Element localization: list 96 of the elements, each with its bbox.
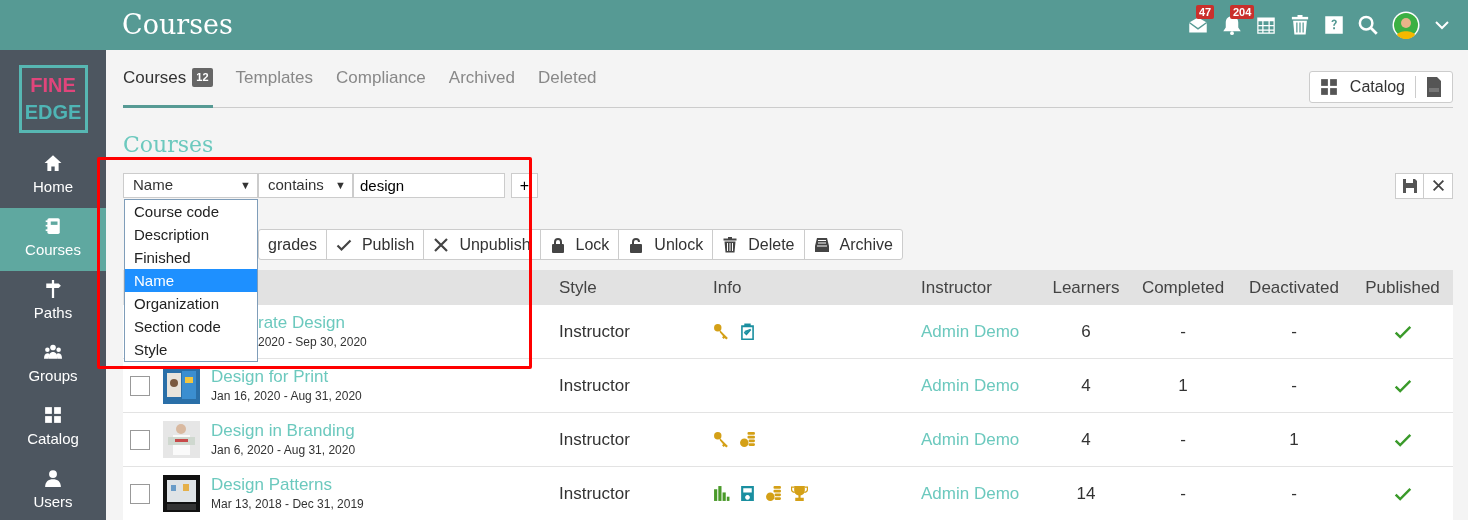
table-cell: 4 — [1042, 413, 1130, 467]
search-icon[interactable] — [1358, 15, 1378, 35]
sidebar-item[interactable]: Paths — [0, 271, 106, 334]
table-cell: - — [1236, 467, 1352, 520]
table-cell: - — [1130, 413, 1236, 467]
date-range: Jan 16, 2020 - Aug 31, 2020 — [211, 387, 362, 405]
tab-label: Templates — [235, 66, 314, 89]
certificate-icon — [739, 485, 756, 502]
count-badge: 12 — [192, 68, 213, 87]
dropdown-option[interactable]: Organization — [125, 292, 257, 315]
count-badge: 204 — [1230, 5, 1255, 19]
table-cell: - — [1130, 467, 1236, 520]
date-range: Mar 13, 2018 - Dec 31, 2019 — [211, 495, 364, 513]
grid-icon — [1319, 77, 1338, 96]
grid-icon — [44, 406, 62, 425]
close-button[interactable] — [1424, 172, 1453, 199]
toolbar-button[interactable]: Delete — [712, 229, 804, 260]
calendar-icon[interactable] — [1256, 15, 1276, 35]
toolbar-button[interactable]: Lock — [539, 229, 619, 260]
table-cell: - — [1130, 305, 1236, 359]
toolbar-button[interactable]: grades — [259, 229, 326, 260]
dropdown-option[interactable]: Section code — [125, 315, 257, 338]
column-header: Deactivated — [1236, 270, 1352, 305]
key-icon — [713, 431, 730, 448]
table-cell: Instructor — [550, 305, 704, 359]
bar-chart-icon — [713, 485, 730, 502]
column-header: Info — [704, 270, 912, 305]
column-header: Learners — [1042, 270, 1130, 305]
save-icon — [1401, 177, 1418, 194]
help-icon[interactable] — [1324, 15, 1344, 35]
archive-icon — [813, 236, 830, 253]
count-badge: 47 — [1196, 5, 1215, 19]
row-checkbox[interactable] — [130, 429, 150, 450]
logo-text: EDGE — [24, 100, 82, 125]
section-heading: Courses — [123, 131, 215, 158]
table-cell: Instructor — [550, 467, 704, 520]
toolbar-button[interactable]: Publish — [325, 229, 424, 260]
sidebar-item[interactable]: Catalog — [0, 397, 106, 460]
column-header: Published — [1352, 270, 1453, 305]
home-icon — [44, 154, 62, 173]
toolbar-button[interactable]: Unlock — [618, 229, 713, 260]
trophy-icon — [791, 485, 808, 502]
search-field[interactable]: design — [353, 173, 505, 198]
clipboard-check-icon — [739, 323, 756, 340]
dropdown-option[interactable]: Finished — [125, 246, 257, 269]
date-range: 2020 - Sep 30, 2020 — [258, 333, 367, 351]
signpost-icon — [44, 280, 62, 299]
coins-icon — [765, 485, 782, 502]
dropdown-option[interactable]: Description — [125, 223, 257, 246]
catalog-button[interactable]: Catalog — [1309, 75, 1416, 98]
pdf-icon[interactable] — [1426, 76, 1442, 97]
unlock-icon — [628, 236, 645, 253]
table-cell: 6 — [1042, 305, 1130, 359]
tab-label: Archived — [448, 66, 515, 89]
dropdown-option[interactable]: Style — [125, 338, 257, 361]
table-cell: 14 — [1042, 467, 1130, 520]
date-range: Jan 6, 2020 - Aug 31, 2020 — [211, 441, 356, 459]
table-cell: 4 — [1042, 359, 1130, 413]
toolbar-button[interactable]: Archive — [803, 229, 902, 260]
sidebar-item[interactable]: Home — [0, 145, 106, 208]
tab-label: Compliance — [336, 66, 426, 89]
table-cell: Instructor — [550, 359, 704, 413]
sidebar-item[interactable]: Users — [0, 460, 106, 520]
lock-icon — [549, 236, 566, 253]
page-title: Courses — [122, 7, 233, 42]
sidebar-item[interactable]: Groups — [0, 334, 106, 397]
table-cell: - — [1236, 305, 1352, 359]
row-checkbox[interactable] — [130, 375, 150, 396]
logo-text: FINE — [30, 73, 76, 98]
column-header: Style — [550, 270, 704, 305]
user-icon — [44, 469, 62, 488]
caret-icon: ▼ — [240, 177, 251, 194]
key-icon — [713, 323, 730, 340]
tab[interactable]: Courses 12 — [123, 64, 213, 108]
tab-label: Courses — [123, 66, 187, 89]
close-icon — [1431, 179, 1445, 192]
close-icon — [433, 236, 450, 253]
save-button[interactable] — [1395, 172, 1424, 199]
column-header: Completed — [1130, 270, 1236, 305]
table-cell: 1 — [1130, 359, 1236, 413]
group-icon — [44, 343, 62, 362]
table-cell: 1 — [1236, 413, 1352, 467]
trash-icon[interactable] — [1290, 15, 1310, 35]
dropdown-option[interactable]: Course code — [125, 200, 257, 223]
table-cell: Instructor — [550, 413, 704, 467]
field-select[interactable]: Name ▼ — [123, 173, 258, 198]
column-header: Instructor — [912, 270, 1042, 305]
book-icon — [44, 217, 62, 236]
row-checkbox[interactable] — [130, 483, 150, 504]
table-cell: - — [1236, 359, 1352, 413]
tab-label: Deleted — [537, 66, 597, 89]
trash-icon — [722, 236, 739, 253]
coins-icon — [739, 431, 756, 448]
toolbar-button[interactable]: Unpublish — [423, 229, 540, 260]
avatar[interactable] — [1392, 11, 1420, 39]
operator-select[interactable]: contains ▼ — [258, 173, 353, 198]
